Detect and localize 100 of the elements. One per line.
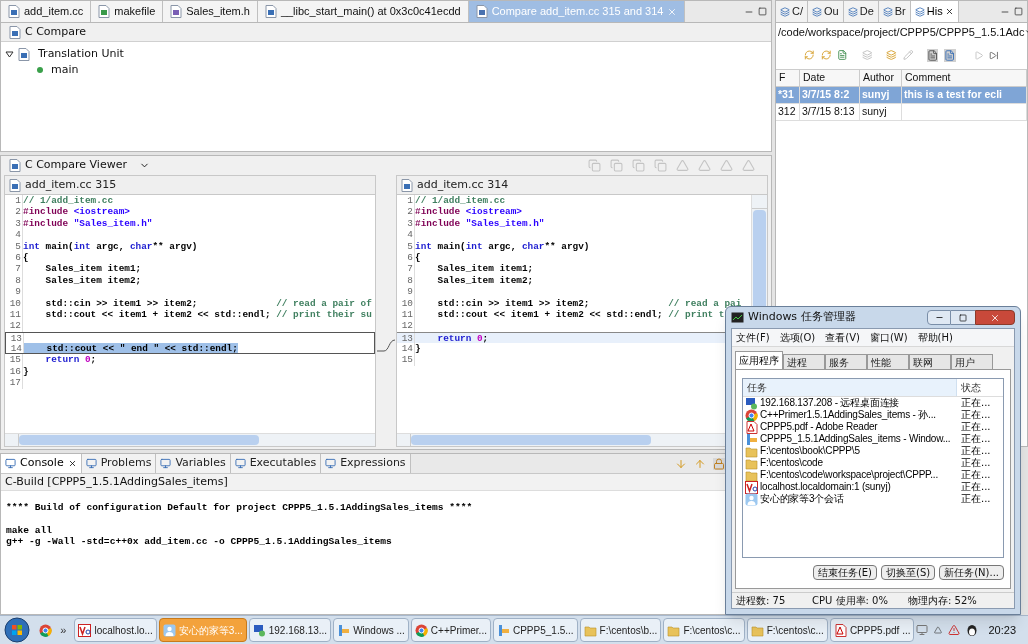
line-number: 2	[5, 206, 23, 218]
column-header[interactable]: F	[776, 70, 800, 86]
tab[interactable]: 服务	[825, 354, 867, 369]
line-number: 14	[397, 343, 415, 355]
column-header[interactable]: Author	[860, 70, 902, 86]
task-name[interactable]: C++Primer1.5.1AddingSales_items - 孙...	[760, 409, 936, 421]
taskbar-button[interactable]: F:\centos\c...	[746, 618, 828, 642]
line-number: 9	[5, 286, 23, 298]
console-line: g++ -g -Wall -std=c++0x add_item.cc -o CPPP5_1.5.1AddingSales_items	[6, 536, 393, 548]
taskbar-button[interactable]: C++Primer...	[410, 618, 491, 642]
clock[interactable]: 20:23	[984, 621, 1020, 639]
view-tab[interactable]: Variables	[156, 454, 231, 473]
code-line: #include <iostream>	[23, 206, 130, 218]
line-number: 7	[5, 263, 23, 275]
console-line: **** Build of configuration Default for project CPPP5_1.5.1AddingSales_items ****	[6, 502, 474, 514]
task-name[interactable]: F:\centos\code	[760, 457, 823, 469]
code-line: #include <iostream>	[415, 206, 522, 218]
task-status: 正在...	[960, 481, 992, 493]
table-cell: *31	[778, 87, 794, 103]
line-number: 13	[6, 332, 24, 344]
task-status: 正在...	[960, 493, 992, 505]
column-header[interactable]: 状态	[957, 379, 1003, 396]
column-header[interactable]: Date	[800, 70, 860, 86]
code-line: }	[23, 365, 29, 378]
taskbar-button[interactable]: CPPP5.pdf ...	[829, 618, 915, 642]
task-name[interactable]: CPPP5.pdf - Adobe Reader	[760, 421, 878, 433]
line-number: 13	[397, 332, 415, 344]
line-number: 3	[5, 217, 23, 230]
menu-item[interactable]: 帮助(H)	[917, 330, 953, 345]
line-number: 11	[5, 308, 23, 321]
code-line: int main(int argc, char** argv)	[415, 240, 590, 252]
code-line: std::cout << item1 + item2 << std::endl; // print their su	[44, 308, 372, 321]
line-number: 3	[397, 217, 415, 230]
view-tab[interactable]: Expressions	[321, 454, 411, 473]
code-line: std::cin >> item1 >> item2; // read a pai	[436, 297, 742, 309]
editor-tab[interactable]: add_item.cc	[1, 1, 92, 22]
code-line: return 0;	[44, 354, 97, 366]
view-tab[interactable]: De	[843, 1, 879, 22]
line-number: 15	[5, 354, 23, 366]
code-line: #include "Sales_item.h"	[415, 217, 545, 230]
table-cell: this is a test for ecli	[904, 87, 1003, 103]
view-tab[interactable]: Br	[878, 1, 911, 22]
task-status: 正在...	[960, 469, 992, 481]
tab[interactable]: 应用程序	[735, 351, 783, 369]
tree-item[interactable]: main	[51, 61, 79, 79]
taskbar-button[interactable]: F:\centos\c...	[663, 618, 745, 642]
column-header[interactable]: 任务	[743, 379, 957, 396]
table-cell: 312	[778, 104, 796, 120]
overflow-chevron[interactable]: »	[54, 621, 73, 639]
taskbar-button[interactable]: Windows ...	[333, 618, 409, 642]
task-status: 正在...	[960, 421, 992, 433]
taskbar-button[interactable]: CPPP5_1.5...	[492, 618, 578, 642]
view-tab[interactable]: His	[910, 1, 959, 22]
line-number: 12	[397, 320, 415, 332]
code-line: Sales_item item1;	[44, 263, 142, 275]
line-number: 15	[397, 354, 415, 366]
line-number: 16	[5, 365, 23, 378]
line-number: 4	[397, 229, 415, 241]
task-name[interactable]: localhost.localdomain:1 (sunyj)	[760, 481, 891, 493]
menu-item[interactable]: 文件(F)	[736, 330, 770, 345]
action-button[interactable]: 切换至(S)	[881, 565, 936, 580]
code-line: std::cin >> item1 >> item2; // read a pair of	[44, 297, 372, 309]
table-cell: 3/7/15 8:13	[802, 104, 855, 120]
code-line: // 1/add_item.cc	[23, 195, 113, 207]
taskbar-button[interactable]: 192.168.13...	[248, 618, 332, 642]
tree-item[interactable]: Translation Unit	[38, 45, 124, 63]
tab[interactable]: 联网	[909, 354, 951, 369]
task-status: 正在...	[960, 433, 992, 445]
view-tab[interactable]: Problems	[81, 454, 157, 473]
code-line: std::cout << item1 + item2 << std::endl; // print t	[436, 308, 725, 321]
column-header[interactable]: Comment	[902, 70, 1027, 86]
code-line: {	[415, 251, 421, 264]
view-tab[interactable]: Ou	[808, 1, 844, 22]
view-tab[interactable]: Console	[1, 454, 82, 473]
task-name[interactable]: F:\centos\book\CPPP\5	[760, 445, 860, 457]
tab[interactable]: 性能	[867, 354, 909, 369]
code-line: // 1/add_item.cc	[415, 195, 505, 207]
view-tab[interactable]: C/	[776, 1, 808, 22]
editor-tab[interactable]: makefile	[91, 1, 164, 22]
action-button[interactable]: 新任务(N)...	[939, 565, 1004, 580]
line-number: 1	[5, 195, 23, 207]
task-name[interactable]: 安心的家等3个会话	[760, 493, 844, 505]
task-name[interactable]: 192.168.137.208 - 远程桌面连接	[760, 397, 900, 409]
table-row[interactable]: 312 3/7/15 8:13 sunyj	[776, 104, 1027, 121]
view-tab[interactable]: Executables	[230, 454, 322, 473]
editor-tab[interactable]: Sales_item.h	[163, 1, 258, 22]
tab[interactable]: 进程	[783, 354, 825, 369]
tab[interactable]: 用户	[951, 354, 993, 369]
menu-item[interactable]: 选项(O)	[779, 330, 816, 345]
action-button[interactable]: 结束任务(E)	[812, 565, 877, 580]
pane-title: add_item.cc 315	[25, 176, 117, 193]
task-name[interactable]: CPPP5_1.5.1AddingSales_items - Window...	[760, 433, 951, 445]
line-number: 8	[397, 274, 415, 287]
task-status: 正在...	[960, 457, 992, 469]
editor-tab[interactable]: __libc_start_main() at 0x3c0c41ecdd	[257, 1, 469, 22]
taskbar-button[interactable]: localhost.lo...	[74, 618, 157, 642]
task-name[interactable]: F:\centos\code\workspace\project\CPPP...	[760, 469, 939, 481]
menu-item[interactable]: 窗口(W)	[869, 330, 908, 345]
taskbar-button[interactable]: F:\centos\b...	[579, 618, 662, 642]
menu-item[interactable]: 查看(V)	[825, 330, 860, 345]
